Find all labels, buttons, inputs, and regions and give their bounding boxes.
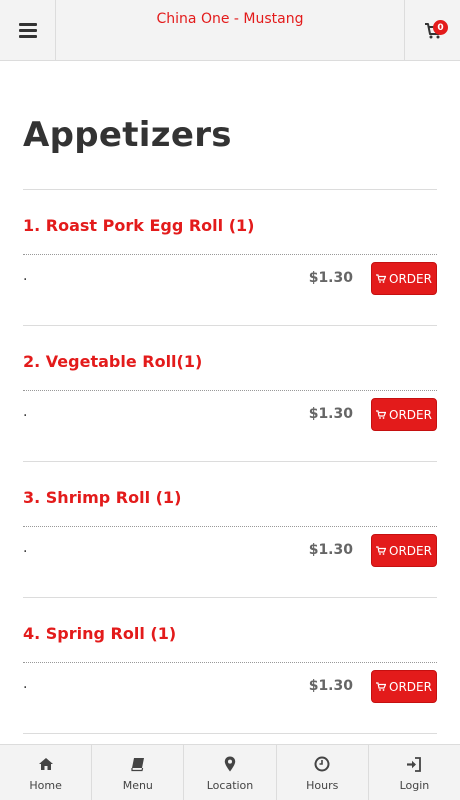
cart-button[interactable]: 0 [404, 0, 460, 61]
menu-item-description: . [23, 676, 28, 692]
nav-menu[interactable]: Menu [92, 745, 185, 800]
order-button[interactable]: ORDER [371, 670, 437, 703]
home-icon [38, 755, 54, 773]
nav-label: Login [399, 779, 430, 792]
main-content: Appetizers 1. Roast Pork Egg Roll (1) . … [23, 61, 437, 734]
menu-item-description: . [23, 268, 28, 284]
order-button-label: ORDER [389, 543, 432, 558]
nav-location[interactable]: Location [184, 745, 277, 800]
nav-label: Location [206, 779, 254, 792]
clock-icon [314, 755, 330, 773]
menu-item-name[interactable]: 4. Spring Roll (1) [23, 624, 176, 643]
order-button[interactable]: ORDER [371, 398, 437, 431]
cart-icon [376, 546, 387, 555]
order-button-label: ORDER [389, 407, 432, 422]
menu-item: 3. Shrimp Roll (1) . $1.30 ORDER [23, 462, 437, 598]
store-title[interactable]: China One - Mustang [56, 11, 404, 27]
cart-count-badge: 0 [433, 20, 448, 35]
menu-item-name[interactable]: 3. Shrimp Roll (1) [23, 488, 181, 507]
book-icon [131, 755, 145, 773]
menu-item: 1. Roast Pork Egg Roll (1) . $1.30 ORDER [23, 190, 437, 326]
order-button[interactable]: ORDER [371, 534, 437, 567]
nav-login[interactable]: Login [369, 745, 460, 800]
menu-toggle-button[interactable] [0, 0, 56, 61]
menu-item-price: $1.30 [308, 678, 353, 694]
nav-label: Hours [306, 779, 339, 792]
menu-item-name[interactable]: 2. Vegetable Roll(1) [23, 352, 202, 371]
dotted-divider [23, 662, 437, 663]
hamburger-icon [18, 23, 37, 38]
menu-item-name[interactable]: 1. Roast Pork Egg Roll (1) [23, 216, 254, 235]
menu-item-price: $1.30 [308, 270, 353, 286]
menu-item-description: . [23, 540, 28, 556]
menu-item-price: $1.30 [308, 406, 353, 422]
map-pin-icon [224, 755, 236, 773]
nav-hours[interactable]: Hours [277, 745, 369, 800]
nav-label: Menu [122, 779, 153, 792]
cart-icon [376, 410, 387, 419]
dotted-divider [23, 390, 437, 391]
order-button-label: ORDER [389, 679, 432, 694]
dotted-divider [23, 526, 437, 527]
menu-item: 4. Spring Roll (1) . $1.30 ORDER [23, 598, 437, 734]
dotted-divider [23, 254, 437, 255]
page-title: Appetizers [23, 115, 232, 155]
menu-item: 2. Vegetable Roll(1) . $1.30 ORDER [23, 326, 437, 462]
login-icon [406, 755, 422, 773]
nav-home[interactable]: Home [0, 745, 93, 800]
cart-icon [376, 274, 387, 283]
menu-item-description: . [23, 404, 28, 420]
menu-item-price: $1.30 [308, 542, 353, 558]
order-button-label: ORDER [389, 271, 432, 286]
top-header: China One - Mustang 0 [0, 0, 460, 61]
nav-label: Home [29, 779, 62, 792]
bottom-nav: Home Menu Location Hours Login [0, 744, 460, 800]
order-button[interactable]: ORDER [371, 262, 437, 295]
cart-icon [376, 682, 387, 691]
